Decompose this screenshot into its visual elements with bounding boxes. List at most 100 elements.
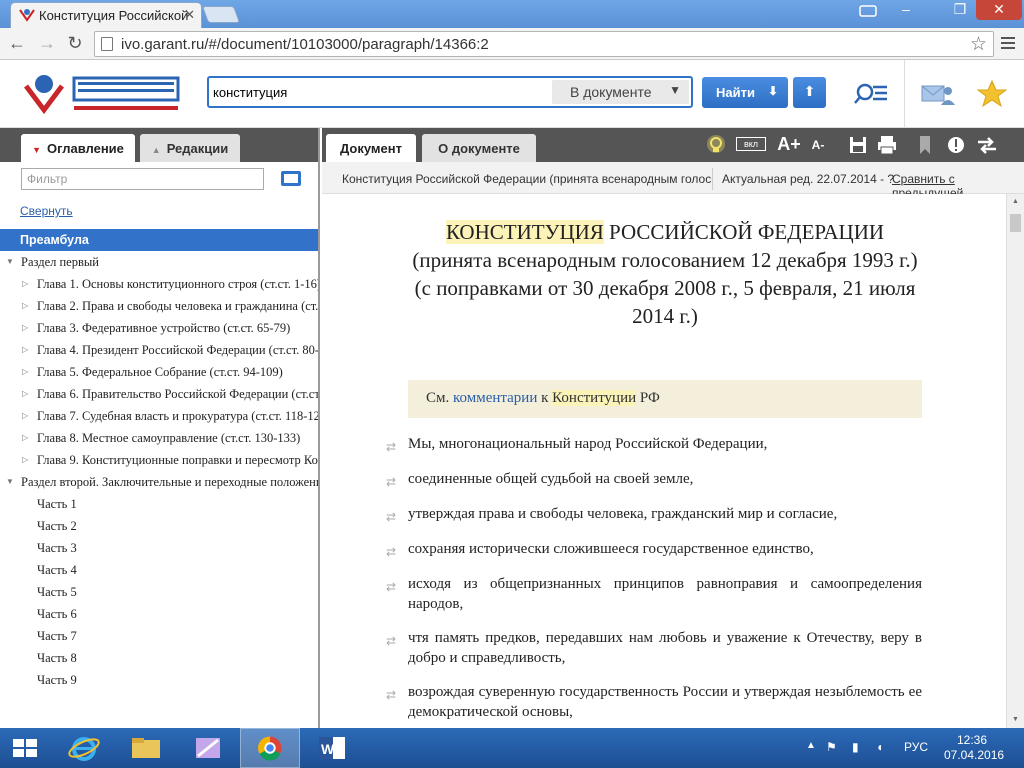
collapsed-triangle-icon[interactable]: ▷ [22, 295, 28, 317]
bookmark-icon[interactable] [918, 134, 932, 156]
collapse-link[interactable]: Свернуть [20, 204, 73, 218]
search-input[interactable] [213, 82, 553, 102]
mail-user-icon[interactable] [920, 78, 956, 108]
user-profile-icon[interactable] [858, 4, 878, 18]
toc-item[interactable]: Часть 9 [0, 669, 318, 691]
paragraph-link-icon[interactable]: ⇄ [386, 542, 396, 562]
paragraph-link-icon[interactable]: ⇄ [386, 631, 396, 651]
browser-tab-title: Конституция Российской [39, 8, 189, 23]
warning-icon[interactable] [946, 134, 966, 156]
paragraph-link-icon[interactable]: ⇄ [386, 437, 396, 457]
minimize-icon[interactable]: – [892, 0, 920, 20]
garant-logo-icon[interactable] [22, 70, 182, 118]
toc-item[interactable]: Часть 4 [0, 559, 318, 581]
window-close-icon[interactable]: ✕ [976, 0, 1022, 20]
toc-item[interactable]: ▷ Глава 1. Основы конституционного строя … [0, 273, 318, 295]
font-increase-button[interactable]: A+ [776, 134, 802, 156]
input-language[interactable]: РУС [904, 740, 928, 754]
vkl-toggle[interactable]: вкл [736, 137, 766, 151]
toc-item[interactable]: Часть 6 [0, 603, 318, 625]
toc-item[interactable]: ▷ Глава 9. Конституционные поправки и пер… [0, 449, 318, 471]
toc-item[interactable]: Часть 3 [0, 537, 318, 559]
font-decrease-button[interactable]: A- [808, 138, 828, 160]
action-center-icon[interactable]: ⚑ [826, 740, 837, 754]
toc-item[interactable]: ▼ Раздел второй. Заключительные и переход… [0, 471, 318, 493]
toc-item[interactable]: ▷ Глава 6. Правительство Российской Федер… [0, 383, 318, 405]
expanded-triangle-icon[interactable]: ▼ [6, 471, 14, 493]
collapsed-triangle-icon[interactable]: ▷ [22, 273, 28, 295]
new-tab-button[interactable] [201, 6, 241, 23]
forward-icon[interactable]: → [36, 33, 58, 54]
toc-item-label: Раздел второй. Заключительные и переходн… [21, 475, 318, 489]
network-icon[interactable]: ▮ [852, 740, 859, 754]
toc-item[interactable]: ▷ Глава 2. Права и свободы человека и гра… [0, 295, 318, 317]
collapsed-triangle-icon[interactable]: ▷ [22, 361, 28, 383]
find-button[interactable]: Найти ⬇ [702, 77, 788, 108]
toc-item[interactable]: ▷ Глава 5. Федеральное Собрание (ст.ст. 9… [0, 361, 318, 383]
volume-icon[interactable]: ◖ [876, 740, 883, 754]
document-scrollbar[interactable]: ▲ ▼ [1006, 194, 1024, 728]
tab-redactions[interactable]: ▲ Редакции [140, 134, 240, 162]
paragraph-link-icon[interactable]: ⇄ [386, 507, 396, 527]
menu-icon[interactable] [1000, 35, 1016, 51]
chrome-icon[interactable] [240, 728, 300, 768]
reload-icon[interactable]: ↻ [64, 33, 86, 54]
toc-item[interactable]: ▷ Глава 3. Федеративное устройство (ст.ст… [0, 317, 318, 339]
swap-arrows-icon[interactable] [976, 134, 998, 156]
scope-select-label: В документе [570, 84, 652, 100]
redaction-info-link[interactable]: Актуальная ред. 22.07.2014 - ? [722, 172, 894, 186]
paint-app-icon[interactable] [178, 728, 238, 768]
word-icon[interactable]: W [302, 728, 362, 768]
toc-item[interactable]: Часть 1 [0, 493, 318, 515]
document-info-title: Конституция Российской Федерации (принят… [342, 172, 712, 186]
back-icon[interactable]: ← [6, 33, 28, 54]
toc-item[interactable]: ▷ Глава 8. Местное самоуправление (ст.ст.… [0, 427, 318, 449]
tab-about-document[interactable]: О документе [422, 134, 536, 162]
toc-item[interactable]: Часть 5 [0, 581, 318, 603]
toc-item[interactable]: ▷ Глава 4. Президент Российской Федерации… [0, 339, 318, 361]
toc-item[interactable]: Преамбула [0, 229, 318, 251]
collapsed-triangle-icon[interactable]: ▷ [22, 317, 28, 339]
scroll-up-icon[interactable]: ▲ [1012, 198, 1019, 205]
collapsed-triangle-icon[interactable]: ▷ [22, 339, 28, 361]
system-clock[interactable]: 12:36 07.04.2016 [944, 733, 1004, 763]
scope-select[interactable]: В документе ▼ [552, 80, 689, 104]
toc-item[interactable]: ▼ Раздел первый [0, 251, 318, 273]
toc-item[interactable]: Часть 7 [0, 625, 318, 647]
search-list-icon[interactable] [853, 78, 889, 108]
scroll-down-icon[interactable]: ▼ [1012, 716, 1019, 723]
favorites-star-icon[interactable] [976, 78, 1008, 108]
toc-item[interactable]: ▷ Глава 7. Судебная власть и прокуратура … [0, 405, 318, 427]
browser-tab[interactable]: Конституция Российской ✕ [10, 2, 202, 28]
internet-explorer-icon[interactable] [54, 728, 114, 768]
url-input[interactable]: ivo.garant.ru/#/document/10103000/paragr… [94, 31, 994, 57]
close-tab-icon[interactable]: ✕ [184, 7, 195, 23]
tray-expand-icon[interactable]: ▲ [806, 740, 816, 751]
print-icon[interactable] [876, 134, 898, 156]
collapsed-triangle-icon[interactable]: ▷ [22, 405, 28, 427]
paragraph-link-icon[interactable]: ⇄ [386, 685, 396, 705]
collapsed-triangle-icon[interactable]: ▷ [22, 383, 28, 405]
maximize-icon[interactable]: ❐ [946, 0, 974, 20]
file-explorer-icon[interactable] [116, 728, 176, 768]
previous-result-button[interactable]: ⬆ [793, 77, 826, 108]
toc-item-label: Часть 2 [37, 519, 77, 533]
paragraph-link-icon[interactable]: ⇄ [386, 472, 396, 492]
windows-start-icon[interactable] [0, 728, 50, 768]
toc-item[interactable]: Часть 2 [0, 515, 318, 537]
expanded-triangle-icon[interactable]: ▼ [6, 251, 14, 273]
collapsed-triangle-icon[interactable]: ▷ [22, 449, 28, 471]
save-icon[interactable] [848, 134, 868, 156]
paragraph-link-icon[interactable]: ⇄ [386, 577, 396, 597]
tab-contents[interactable]: ▼ Оглавление [21, 134, 135, 162]
filter-input[interactable]: Фильтр [21, 168, 264, 190]
bookmark-star-icon[interactable]: ☆ [970, 33, 987, 56]
tab-document[interactable]: Документ [326, 134, 416, 162]
comments-link[interactable]: комментарии [453, 390, 537, 406]
scrollbar-thumb[interactable] [1010, 214, 1021, 232]
toc-item-label: Часть 6 [37, 607, 77, 621]
lightbulb-icon[interactable] [706, 134, 726, 156]
collapsed-triangle-icon[interactable]: ▷ [22, 427, 28, 449]
filter-toggle-icon[interactable] [281, 171, 301, 186]
toc-item[interactable]: Часть 8 [0, 647, 318, 669]
